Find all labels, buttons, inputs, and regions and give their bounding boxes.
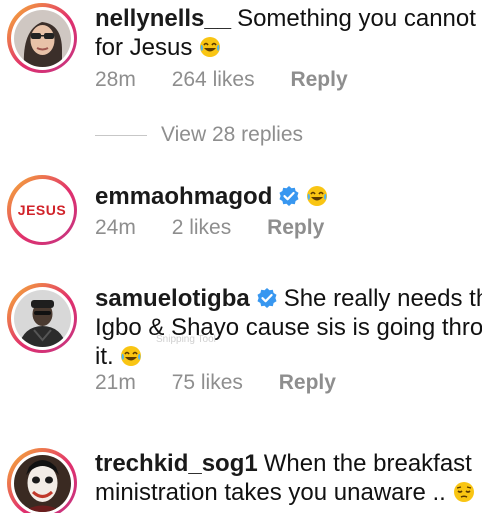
laughing-emoji-icon <box>307 186 328 206</box>
timestamp: 28m <box>95 68 136 91</box>
comment-meta: 28m 264 likes Reply <box>95 68 378 92</box>
comment-body: emmaohmagod <box>95 182 482 211</box>
comment-text: Something you cannot do <box>237 5 482 32</box>
view-replies-button[interactable]: View 28 replies <box>95 123 303 147</box>
snipping-tool-watermark: Snipping Tool <box>156 334 216 345</box>
verified-badge-icon <box>257 288 277 308</box>
likes-count[interactable]: 264 likes <box>172 68 255 91</box>
likes-count[interactable]: 75 likes <box>172 371 243 394</box>
reply-button[interactable]: Reply <box>279 371 336 394</box>
timestamp: 21m <box>95 371 136 394</box>
username[interactable]: trechkid_sog1 <box>95 450 258 477</box>
comment-text: She really needs that <box>283 285 482 312</box>
comment-body: trechkid_sog1 When the breakfast ministra… <box>95 449 482 507</box>
username[interactable]: samuelotigba <box>95 285 250 312</box>
comment-text: ministration takes you unaware .. <box>95 479 446 506</box>
pensive-emoji-icon <box>453 482 474 502</box>
avatar[interactable] <box>7 448 77 513</box>
avatar[interactable] <box>7 283 77 353</box>
comment-body: samuelotigba She really needs that Igbo … <box>95 284 482 371</box>
username[interactable]: nellynells__ <box>95 5 231 32</box>
avatar-photo <box>13 289 71 347</box>
comment-body: nellynells__Something you cannot do for … <box>95 4 482 62</box>
comment-text: Igbo & Shayo cause sis is going through <box>95 314 482 341</box>
comment-meta: 21m 75 likes Reply <box>95 371 366 395</box>
verified-badge-icon <box>279 186 299 206</box>
avatar-logo: JESUS <box>13 181 71 239</box>
comment-text: for Jesus <box>95 34 193 61</box>
timestamp: 24m <box>95 216 136 239</box>
avatar-photo <box>13 454 71 512</box>
avatar[interactable]: JESUS <box>7 175 77 245</box>
laughing-emoji-icon <box>200 37 221 57</box>
view-replies-label: View 28 replies <box>161 123 304 146</box>
reply-button[interactable]: Reply <box>267 216 324 239</box>
comments-thread: nellynells__Something you cannot do for … <box>0 0 482 513</box>
avatar-jesus-text: JESUS <box>17 202 67 218</box>
avatar-photo <box>13 9 71 67</box>
avatar[interactable] <box>7 3 77 73</box>
likes-count[interactable]: 2 likes <box>172 216 232 239</box>
divider <box>95 134 147 136</box>
username[interactable]: emmaohmagod <box>95 183 272 210</box>
comment-text: When the breakfast <box>263 450 472 477</box>
reply-button[interactable]: Reply <box>290 68 347 91</box>
comment-text: it. <box>95 343 114 370</box>
laughing-emoji-icon <box>121 346 142 366</box>
comment-meta: 24m 2 likes Reply <box>95 216 354 240</box>
